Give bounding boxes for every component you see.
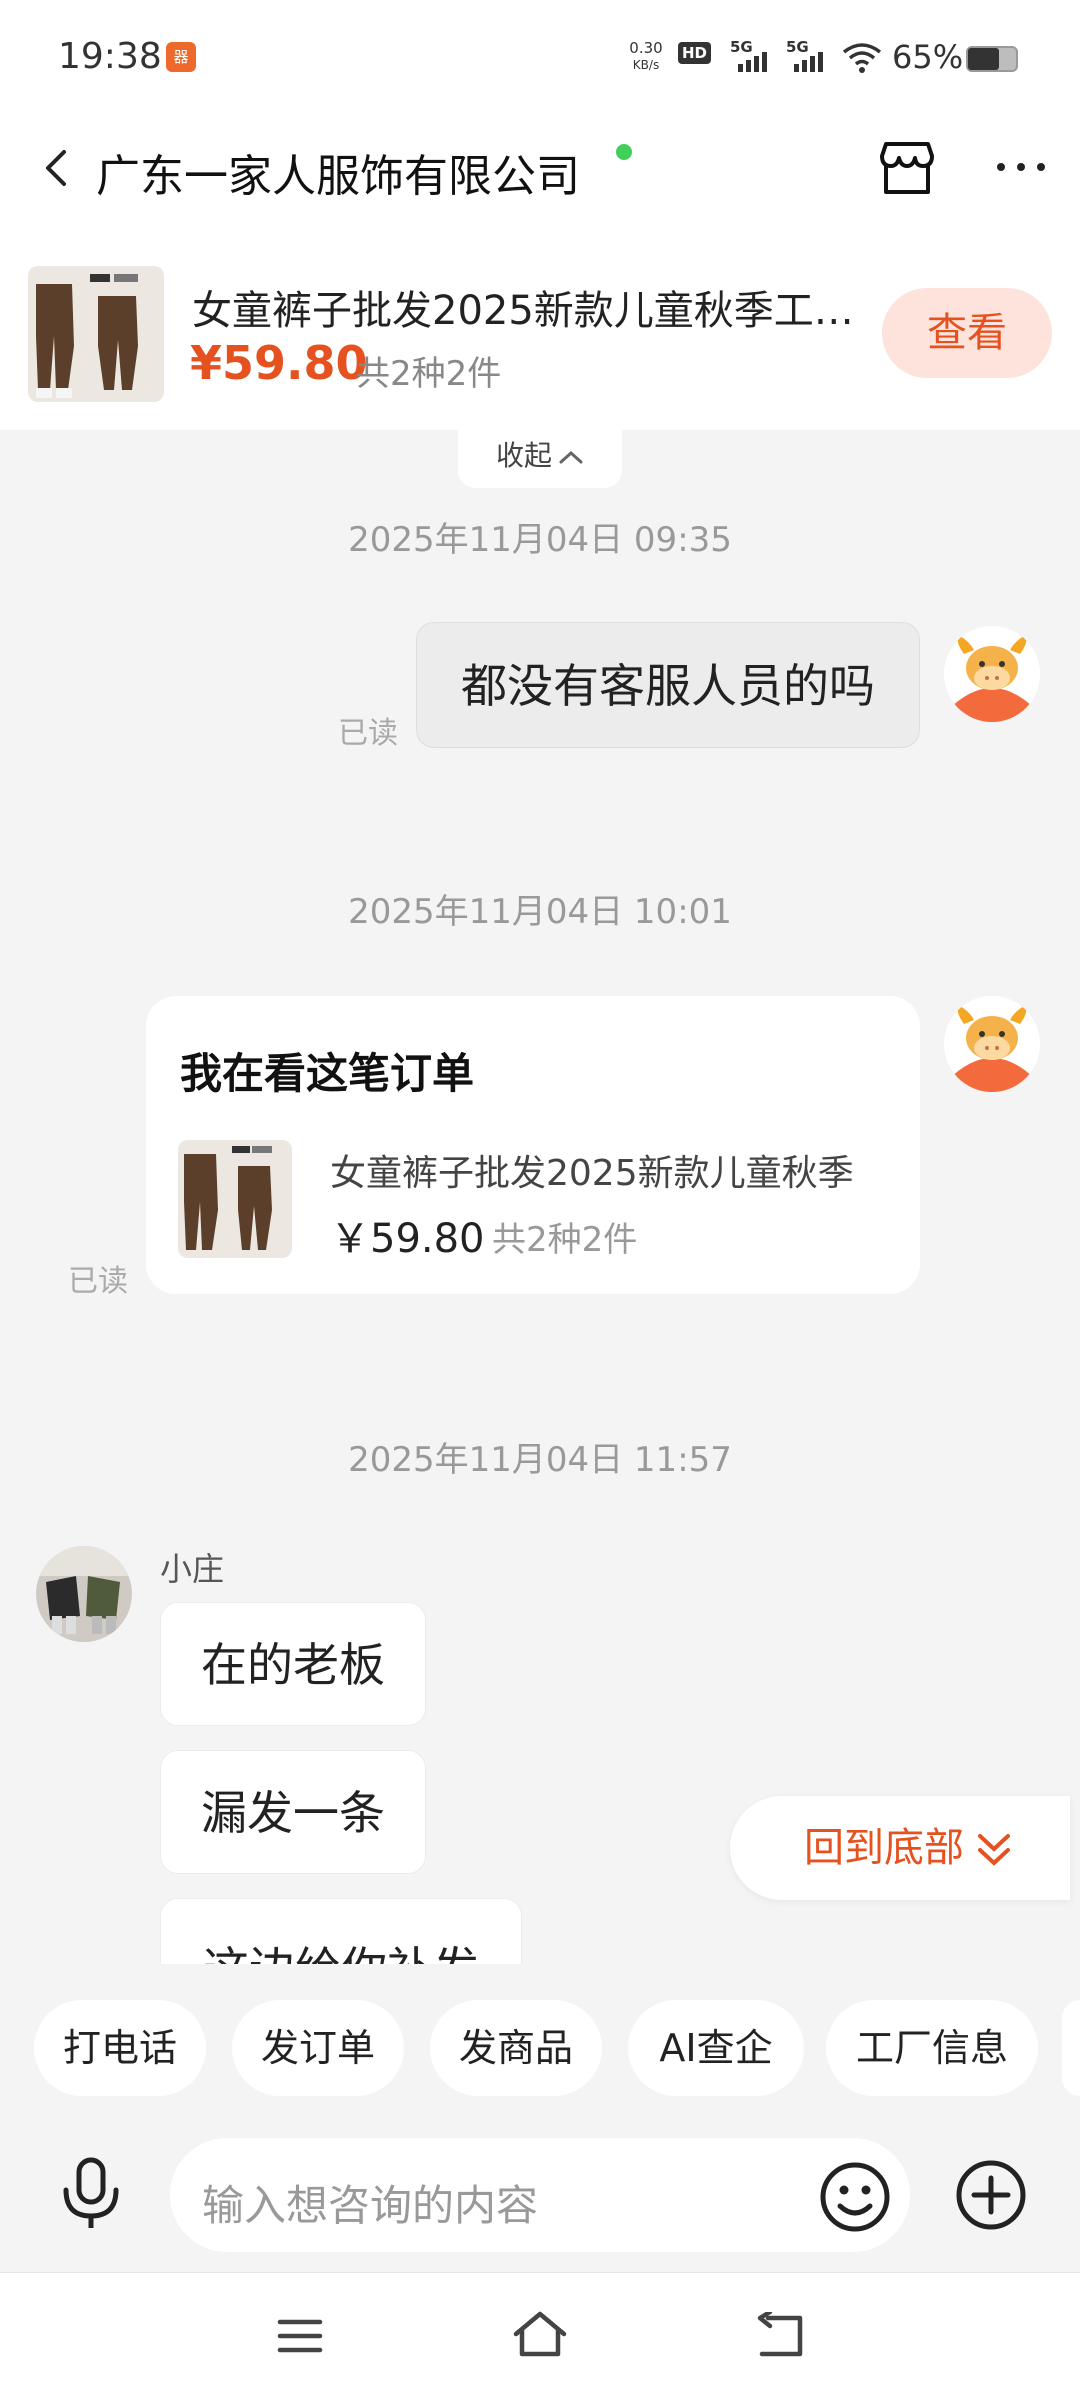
- double-chevron-down-icon: [978, 1834, 1010, 1866]
- message-bubble-incoming[interactable]: 漏发一条: [160, 1750, 426, 1874]
- order-product-thumbnail[interactable]: [178, 1140, 292, 1258]
- product-name: 女童裤子批发2025新款儿童秋季工…: [192, 288, 854, 334]
- quick-action-overflow[interactable]: [1062, 2000, 1080, 2096]
- product-quantity: 共2种2件: [356, 354, 502, 394]
- message-bubble-incoming[interactable]: 在的老板: [160, 1602, 426, 1726]
- partial-message-text: 这边给你补发: [160, 1898, 522, 1964]
- recent-apps-icon[interactable]: [276, 2316, 324, 2356]
- network-speed-unit: KB/s: [632, 58, 660, 72]
- message-input-placeholder: 输入想咨询的内容: [202, 2181, 539, 2230]
- battery-percent: 65%: [892, 38, 964, 76]
- store-icon[interactable]: [876, 140, 938, 198]
- network-speed: 0.30 KB/s: [624, 40, 668, 74]
- signal-icon-sim2: 5G: [786, 38, 836, 74]
- view-product-button[interactable]: 查看: [882, 288, 1052, 378]
- collapse-button[interactable]: 收起: [458, 428, 622, 488]
- wifi-icon: [842, 43, 882, 73]
- message-bubble-outgoing[interactable]: 都没有客服人员的吗: [416, 622, 920, 748]
- quick-action-send-product[interactable]: 发商品: [430, 2000, 602, 2096]
- quick-action-ai-company-search[interactable]: AI查企: [628, 2000, 804, 2096]
- battery-level: [968, 48, 1000, 70]
- product-thumbnail[interactable]: [28, 266, 164, 402]
- back-to-bottom-label: 回到底部: [804, 1825, 964, 1871]
- status-time: 19:38: [58, 36, 162, 77]
- network-speed-value: 0.30: [629, 39, 663, 57]
- quick-action-factory-info[interactable]: 工厂信息: [826, 2000, 1038, 2096]
- read-receipt: 已读: [68, 1264, 128, 1299]
- order-product-price: ￥59.80: [330, 1216, 485, 1262]
- message-timestamp: 2025年11月04日 11:57: [348, 1440, 732, 1480]
- battery-icon: [966, 46, 1018, 72]
- collapse-label: 收起: [495, 439, 552, 472]
- online-status-dot: [616, 144, 632, 160]
- order-product-quantity: 共2种2件: [492, 1220, 638, 1260]
- emoji-icon[interactable]: [818, 2160, 892, 2234]
- hd-label: HD: [678, 42, 712, 64]
- back-to-bottom-button[interactable]: 回到底部: [730, 1796, 1070, 1900]
- notification-app-icon: 器: [166, 42, 196, 72]
- chevron-up-icon: [559, 450, 583, 464]
- more-options-icon[interactable]: [995, 160, 1047, 174]
- hd-badge: HD: [678, 42, 712, 64]
- my-avatar[interactable]: [944, 626, 1040, 722]
- signal-icon-sim1: 5G: [730, 38, 780, 74]
- order-product-name: 女童裤子批发2025新款儿童秋季: [330, 1153, 854, 1194]
- quick-action-send-order[interactable]: 发订单: [232, 2000, 404, 2096]
- home-icon[interactable]: [510, 2310, 570, 2360]
- add-attachment-icon[interactable]: [954, 2158, 1028, 2232]
- read-receipt: 已读: [338, 716, 398, 751]
- message-bubble-incoming-partial[interactable]: 这边给你补发: [160, 1898, 522, 1964]
- seller-avatar[interactable]: [36, 1546, 132, 1642]
- system-back-icon[interactable]: [754, 2312, 806, 2360]
- back-arrow-icon[interactable]: [38, 148, 74, 188]
- shop-title: 广东一家人服饰有限公司: [96, 151, 580, 202]
- microphone-icon[interactable]: [58, 2156, 124, 2232]
- my-avatar[interactable]: [944, 996, 1040, 1092]
- message-timestamp: 2025年11月04日 10:01: [348, 892, 732, 932]
- message-timestamp: 2025年11月04日 09:35: [348, 520, 732, 560]
- sender-name: 小庄: [160, 1550, 225, 1588]
- product-price: ¥59.80: [190, 336, 368, 390]
- order-card-title: 我在看这笔订单: [180, 1049, 475, 1098]
- quick-action-call[interactable]: 打电话: [34, 2000, 206, 2096]
